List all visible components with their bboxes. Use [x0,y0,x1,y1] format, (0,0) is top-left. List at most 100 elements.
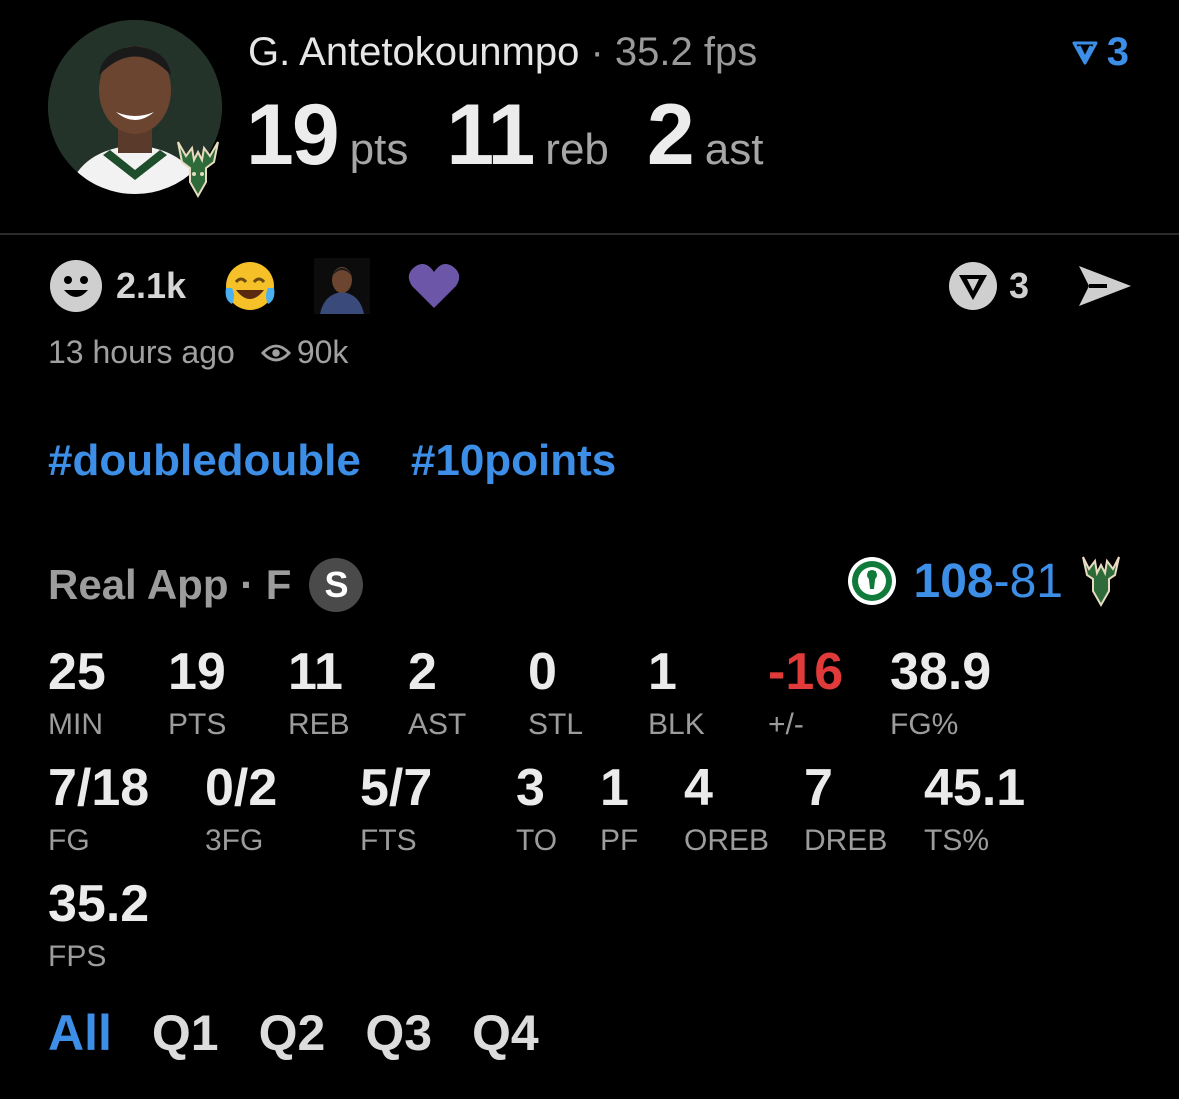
eye-icon [260,344,291,361]
stat-label: PTS [168,708,227,741]
stat-fps: 35.2 FPS [48,878,149,972]
stats-source: Real App · F S [48,558,364,612]
tab-q3[interactable]: Q3 [365,1004,432,1062]
stat-blk: 1 BLK [648,646,705,740]
source-label: Real App · F [48,561,292,608]
stat-value: 25 [48,643,106,701]
stat-label: STL [528,708,584,741]
stat-label: PF [600,824,639,857]
vote-count-top: 3 [1106,30,1129,74]
purple-heart-icon[interactable] [406,258,462,314]
stat-label: DREB [804,824,888,857]
celtics-logo-icon [847,557,896,605]
stat-pf: 1 PF [600,762,638,856]
hashtags: #doubledouble #10points [48,436,616,486]
stat-label: FTS [360,824,417,857]
stat-label: FG% [890,708,959,741]
header-rebounds-value: 11 [446,87,535,183]
stat-value: 0/2 [205,759,278,817]
stat-fg: 7/18 FG [48,762,149,856]
reactions-bar: 2.1k [48,256,462,316]
stat-value: 38.9 [890,643,992,701]
stat-label: OREB [684,824,770,857]
stat-fg-pct: 38.9 FG% [890,646,991,740]
hashtag-10points[interactable]: #10points [411,436,616,486]
stat-value: 35.2 [48,875,150,933]
tab-q1[interactable]: Q1 [152,1004,219,1062]
stat-value: 19 [168,643,226,701]
stat-value: 7/18 [48,759,150,817]
hashtag-doubledouble[interactable]: #doubledouble [48,436,361,486]
post-meta: 13 hours ago 90k [48,334,348,371]
laughing-crying-icon[interactable] [222,258,278,314]
stat-dreb: 7 DREB [804,762,887,856]
vote-count-actions: 3 [1008,265,1029,306]
player-name[interactable]: G. Antetokounmpo [248,30,579,74]
stat-label: FPS [48,940,107,973]
stat-value: 2 [408,643,437,701]
tab-all[interactable]: All [48,1004,112,1062]
tab-q2[interactable]: Q2 [259,1004,326,1062]
bucks-logo-icon [172,138,224,200]
header-points-value: 19 [246,87,340,183]
views-count: 90k [296,334,349,370]
stat-label: +/- [768,708,804,741]
stat-value: 1 [600,759,629,817]
smile-reaction-button[interactable]: 2.1k [48,258,186,314]
score-dash: - [993,554,1010,608]
stat-value: 5/7 [360,759,433,817]
fps-text: 35.2 fps [614,30,758,74]
score-text: 108-81 [914,554,1063,609]
bucks-logo-small-icon [1082,556,1120,608]
score-winner: 108 [913,554,994,608]
stat-value: 3 [516,759,545,817]
stat-pts: 19 PTS [168,646,226,740]
score-loser: 81 [1009,554,1063,608]
stat-label: 3FG [205,824,264,857]
stat-value: 45.1 [924,759,1026,817]
stat-min: 25 MIN [48,646,106,740]
stat-label: BLK [648,708,705,741]
player-photo-icon[interactable] [314,258,371,314]
stat-label: REB [288,708,350,741]
header-stats: 19 pts 11 reb 2 ast [246,86,801,185]
stat-label: TO [516,824,558,857]
stat-to: 3 TO [516,762,557,856]
header-divider [0,233,1179,235]
tab-q4[interactable]: Q4 [472,1004,539,1062]
stat-oreb: 4 OREB [684,762,769,856]
smile-reaction-count: 2.1k [116,265,187,306]
vote-circle-icon[interactable] [947,260,999,312]
quarter-tabs: All Q1 Q2 Q3 Q4 [48,1004,539,1062]
stat-value: 0 [528,643,557,701]
share-send-icon[interactable] [1077,262,1133,310]
header-rebounds-unit: reb [545,125,609,174]
game-score[interactable]: 108-81 [846,553,1123,609]
title-separator: · [579,30,615,74]
stat-label: TS% [924,824,990,857]
stat-value: -16 [768,643,844,701]
smile-icon [50,260,102,312]
header-points-unit: pts [349,125,409,174]
vote-badge-top[interactable]: 3 [1071,30,1129,75]
stat-3fg: 0/2 3FG [205,762,277,856]
header-assists-value: 2 [646,87,695,183]
stat-label: MIN [48,708,103,741]
stat-label: FG [48,824,90,857]
stat-value: 7 [804,759,833,817]
views-count-group: 90k [260,334,349,371]
stat-label: AST [408,708,467,741]
stat-reb: 11 REB [288,646,350,740]
right-actions: 3 [947,256,1133,316]
time-ago: 13 hours ago [48,334,235,370]
source-badge[interactable]: S [309,558,364,612]
stat-fts: 5/7 FTS [360,762,432,856]
stat-ast: 2 AST [408,646,466,740]
header-assists-unit: ast [704,125,764,174]
stat-plus-minus: -16 +/- [768,646,843,740]
stat-ts-pct: 45.1 TS% [924,762,1025,856]
stat-value: 11 [288,643,343,701]
stat-value: 1 [648,643,677,701]
player-title[interactable]: G. Antetokounmpo · 35.2 fps [248,30,757,75]
vote-arrow-icon [1072,41,1098,64]
